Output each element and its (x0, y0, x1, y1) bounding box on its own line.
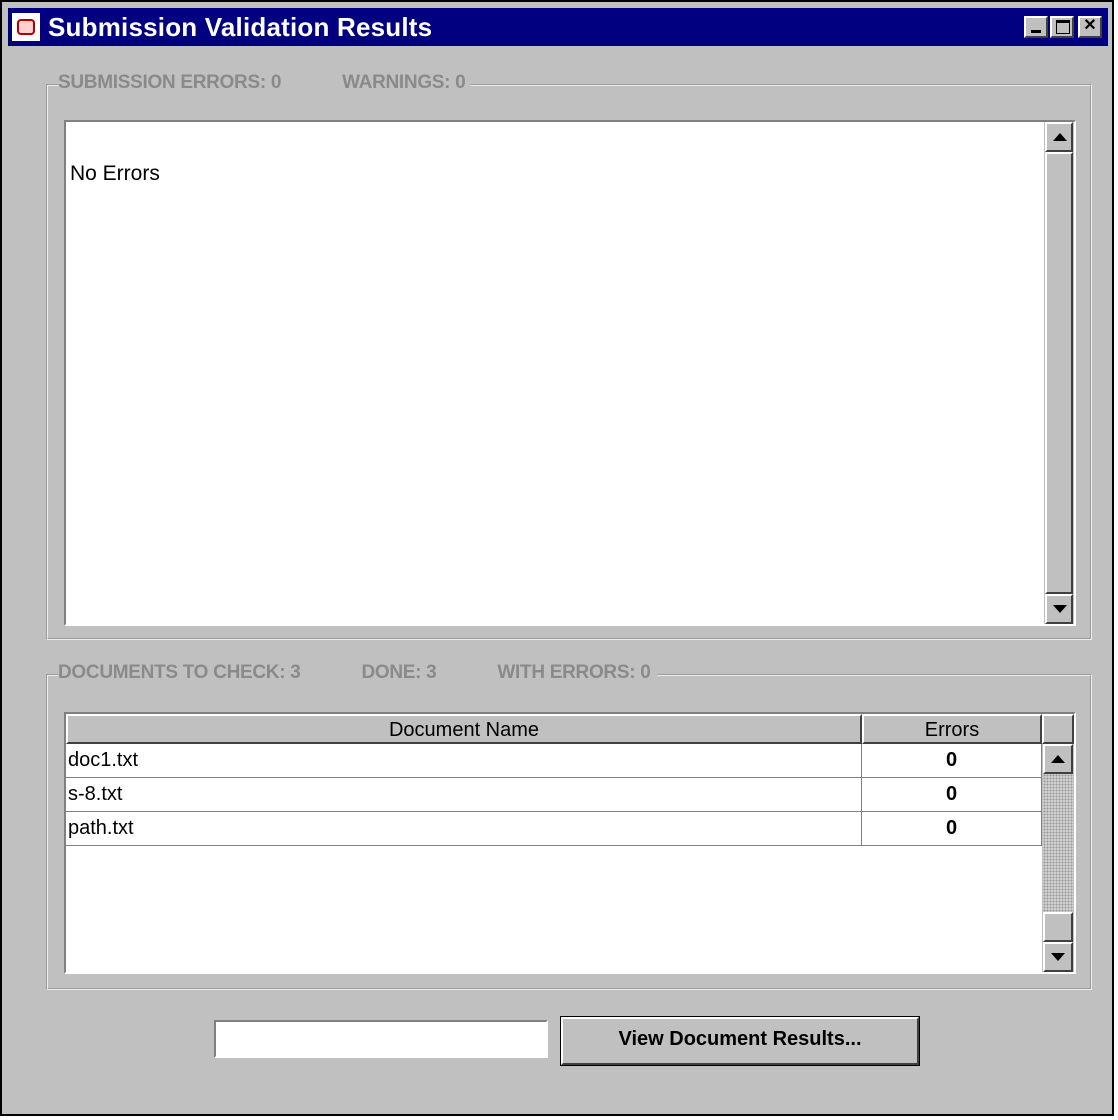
documents-to-check-count: DOCUMENTS TO CHECK: 3 (58, 662, 301, 683)
table-row[interactable]: path.txt 0 (66, 812, 1042, 846)
table-scrollbar[interactable] (1042, 744, 1074, 972)
submission-errors-group: SUBMISSION ERRORS: 0 WARNINGS: 0 No Erro… (46, 72, 1092, 640)
scroll-up-arrow-icon[interactable] (1045, 122, 1073, 152)
documents-with-errors-count: WITH ERRORS: 0 (497, 662, 651, 683)
scroll-down-arrow-icon[interactable] (1043, 942, 1073, 972)
errors-cell[interactable]: 0 (862, 812, 1042, 846)
errors-cell[interactable]: 0 (862, 744, 1042, 778)
column-header-document-name[interactable]: Document Name (66, 714, 862, 744)
scroll-down-arrow-icon[interactable] (1045, 594, 1073, 624)
documents-table[interactable]: Document Name Errors doc1.txt 0 s-8.txt … (64, 712, 1076, 974)
document-input[interactable] (216, 1022, 550, 1058)
table-row[interactable]: s-8.txt 0 (66, 778, 1042, 812)
close-button[interactable]: ✕ (1078, 16, 1102, 38)
documents-group: DOCUMENTS TO CHECK: 3 DONE: 3 WITH ERROR… (46, 662, 1092, 990)
documents-done-count: DONE: 3 (361, 662, 437, 683)
scroll-track[interactable] (1043, 774, 1073, 912)
scroll-thumb[interactable] (1043, 912, 1073, 942)
java-cup-icon (12, 13, 40, 41)
window-title: Submission Validation Results (48, 12, 433, 42)
errors-scrollbar[interactable] (1044, 122, 1074, 624)
document-name-cell[interactable]: doc1.txt (66, 744, 862, 778)
minimize-button[interactable] (1024, 16, 1048, 38)
document-name-cell[interactable]: path.txt (66, 812, 862, 846)
document-input-field[interactable] (214, 1020, 550, 1058)
scroll-thumb[interactable] (1045, 152, 1073, 594)
dialog-window: Submission Validation Results ✕ SUBMISSI… (0, 0, 1114, 1116)
table-header: Document Name Errors (66, 714, 1044, 744)
scroll-up-arrow-icon[interactable] (1043, 744, 1073, 774)
table-row[interactable]: doc1.txt 0 (66, 744, 1042, 778)
column-header-errors[interactable]: Errors (862, 714, 1042, 744)
warnings-count: WARNINGS: 0 (342, 72, 466, 93)
submission-group-legend: SUBMISSION ERRORS: 0 WARNINGS: 0 (58, 72, 472, 94)
title-bar[interactable]: Submission Validation Results ✕ (8, 8, 1108, 46)
table-corner (1042, 714, 1074, 744)
view-document-results-button[interactable]: View Document Results... (560, 1016, 920, 1066)
errors-text-area[interactable]: No Errors (64, 120, 1076, 626)
maximize-button[interactable] (1050, 16, 1074, 38)
errors-text: No Errors (70, 162, 160, 185)
submission-errors-count: SUBMISSION ERRORS: 0 (58, 72, 282, 93)
document-name-cell[interactable]: s-8.txt (66, 778, 862, 812)
errors-cell[interactable]: 0 (862, 778, 1042, 812)
documents-group-legend: DOCUMENTS TO CHECK: 3 DONE: 3 WITH ERROR… (58, 662, 657, 684)
